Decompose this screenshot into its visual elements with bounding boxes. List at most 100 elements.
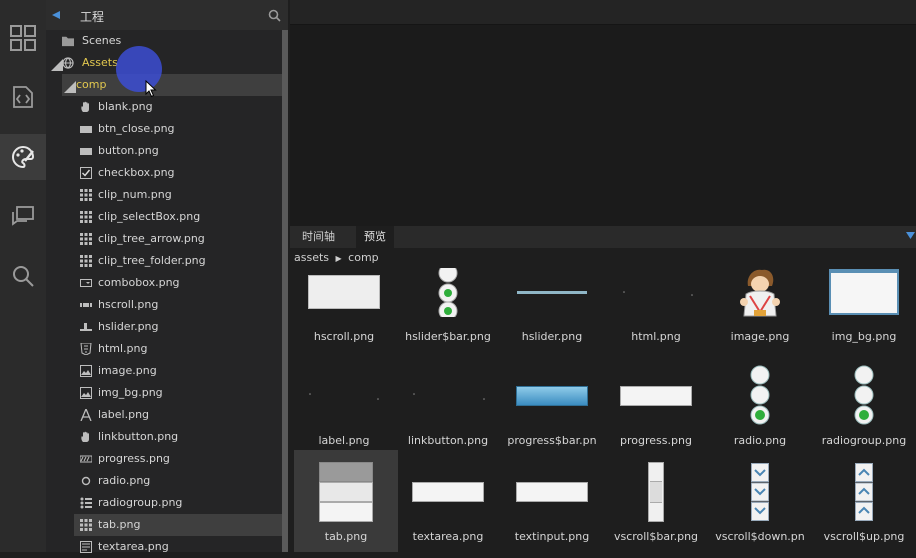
tree-file-row[interactable]: linkbutton.png bbox=[46, 426, 282, 448]
tree-file-row[interactable]: img_bg.png bbox=[46, 382, 282, 404]
project-scrollbar[interactable] bbox=[282, 30, 288, 552]
tree-file-row-selected[interactable]: tab.png bbox=[74, 514, 282, 536]
image-icon bbox=[80, 387, 92, 399]
button-icon bbox=[80, 126, 92, 133]
asset-name: image.png bbox=[730, 330, 790, 343]
tree-file-row[interactable]: btn_close.png bbox=[46, 118, 282, 140]
tree-item-comp[interactable]: comp bbox=[62, 74, 282, 96]
tree-file-label: button.png bbox=[98, 144, 159, 157]
asset-tile[interactable]: radiogroup.png bbox=[812, 364, 916, 468]
tree-file-row[interactable]: radiogroup.png bbox=[46, 492, 282, 514]
asset-name: textinput.png bbox=[514, 530, 590, 543]
asset-name: label.png bbox=[318, 434, 370, 447]
search-icon[interactable] bbox=[268, 9, 281, 22]
asset-thumbnail bbox=[500, 366, 604, 426]
tree-file-label: html.png bbox=[98, 342, 148, 355]
tree-file-row[interactable]: clip_tree_folder.png bbox=[46, 250, 282, 272]
asset-tile[interactable]: radio.png bbox=[708, 364, 812, 468]
asset-thumbnail bbox=[812, 462, 916, 522]
clip-grid-icon bbox=[80, 519, 92, 531]
asset-name: textarea.png bbox=[412, 530, 484, 543]
tree-file-row[interactable]: blank.png bbox=[46, 96, 282, 118]
asset-tile[interactable]: progress$bar.pn bbox=[500, 364, 604, 468]
asset-thumbnail bbox=[604, 268, 708, 322]
tree-file-label: clip_selectBox.png bbox=[98, 210, 201, 223]
radio-icon bbox=[81, 476, 91, 486]
tree-item-scenes[interactable]: Scenes bbox=[46, 30, 282, 52]
textarea-icon bbox=[80, 541, 92, 553]
tree-file-row[interactable]: radio.png bbox=[46, 470, 282, 492]
tree-file-row[interactable]: button.png bbox=[46, 140, 282, 162]
tree-file-row[interactable]: label.png bbox=[46, 404, 282, 426]
clip-grid-icon bbox=[80, 189, 92, 201]
grid-icon[interactable] bbox=[0, 15, 46, 61]
tree-file-label: hslider.png bbox=[98, 320, 159, 333]
character-image bbox=[740, 269, 780, 317]
tree-file-row[interactable]: image.png bbox=[46, 360, 282, 382]
asset-name: progress.png bbox=[620, 434, 692, 447]
panel-tabs: 时间轴 预览 bbox=[290, 226, 916, 248]
palette-icon[interactable] bbox=[0, 134, 46, 180]
asset-thumbnail bbox=[604, 462, 708, 522]
tab-preview[interactable]: 预览 bbox=[356, 226, 394, 248]
tree-file-row[interactable]: clip_num.png bbox=[46, 184, 282, 206]
asset-name: html.png bbox=[631, 330, 681, 343]
asset-tile[interactable]: hslider$bar.png bbox=[396, 268, 500, 364]
breadcrumb-current[interactable]: comp bbox=[348, 251, 378, 264]
tree-file-row[interactable]: html.png bbox=[46, 338, 282, 360]
tree-file-row[interactable]: hscroll.png bbox=[46, 294, 282, 316]
button-icon bbox=[80, 148, 92, 155]
project-title: 工程 bbox=[80, 10, 105, 24]
tree-file-row[interactable]: checkbox.png bbox=[46, 162, 282, 184]
tree-item-assets[interactable]: Assets bbox=[46, 52, 282, 74]
code-file-icon[interactable] bbox=[0, 74, 46, 120]
tree-file-row[interactable]: combobox.png bbox=[46, 272, 282, 294]
asset-tile[interactable]: textinput.png bbox=[500, 460, 604, 552]
asset-tile-selected[interactable]: tab.png bbox=[294, 450, 398, 552]
asset-tile[interactable]: img_bg.png bbox=[812, 268, 916, 364]
asset-tile[interactable]: hslider.png bbox=[500, 268, 604, 364]
tree-file-label: combobox.png bbox=[98, 276, 180, 289]
asset-name: linkbutton.png bbox=[407, 434, 489, 447]
tree-file-row[interactable]: progress.png bbox=[46, 448, 282, 470]
asset-tile[interactable]: vscroll$down.pn bbox=[708, 460, 812, 552]
html5-icon bbox=[80, 343, 92, 355]
asset-thumbnail bbox=[812, 365, 916, 426]
asset-tile[interactable]: html.png bbox=[604, 268, 708, 364]
asset-name: hslider$bar.png bbox=[405, 330, 491, 343]
search-activity-icon[interactable] bbox=[0, 253, 46, 299]
hand-icon bbox=[81, 101, 89, 112]
asset-name: hslider.png bbox=[521, 330, 583, 343]
checkbox-icon bbox=[80, 167, 92, 179]
tree-file-label: image.png bbox=[98, 364, 157, 377]
tab-timeline[interactable]: 时间轴 bbox=[294, 226, 343, 248]
clip-grid-icon bbox=[80, 233, 92, 245]
tree-file-label: hscroll.png bbox=[98, 298, 159, 311]
comment-icon[interactable] bbox=[0, 194, 46, 240]
asset-thumbnail bbox=[396, 462, 500, 522]
asset-tile[interactable]: textarea.png bbox=[396, 460, 500, 552]
tree-file-label: radio.png bbox=[98, 474, 151, 487]
asset-tile[interactable]: vscroll$bar.png bbox=[604, 460, 708, 552]
tree-file-label: textarea.png bbox=[98, 540, 169, 553]
tree-file-row[interactable]: hslider.png bbox=[46, 316, 282, 338]
asset-tile[interactable]: vscroll$up.png bbox=[812, 460, 916, 552]
asset-tile[interactable]: image.png bbox=[708, 268, 812, 364]
asset-name: hscroll.png bbox=[313, 330, 375, 343]
asset-tile[interactable]: hscroll.png bbox=[292, 268, 396, 364]
collapse-arrow-icon[interactable] bbox=[52, 11, 60, 19]
tree-file-row[interactable]: clip_tree_arrow.png bbox=[46, 228, 282, 250]
asset-thumbnail bbox=[708, 365, 812, 426]
globe-icon bbox=[62, 57, 74, 69]
asset-tile[interactable]: progress.png bbox=[604, 364, 708, 468]
asset-thumbnail bbox=[294, 462, 398, 522]
combobox-icon bbox=[80, 279, 92, 287]
breadcrumb-root[interactable]: assets bbox=[294, 251, 329, 264]
tree-file-row[interactable]: clip_selectBox.png bbox=[46, 206, 282, 228]
asset-thumbnail bbox=[396, 366, 500, 426]
tree-file-label: label.png bbox=[98, 408, 150, 421]
expand-arrow-icon[interactable] bbox=[64, 81, 76, 93]
tree-file-row[interactable]: textarea.png bbox=[46, 536, 282, 558]
panel-menu-icon[interactable] bbox=[906, 232, 915, 239]
asset-tile[interactable]: linkbutton.png bbox=[396, 364, 500, 468]
